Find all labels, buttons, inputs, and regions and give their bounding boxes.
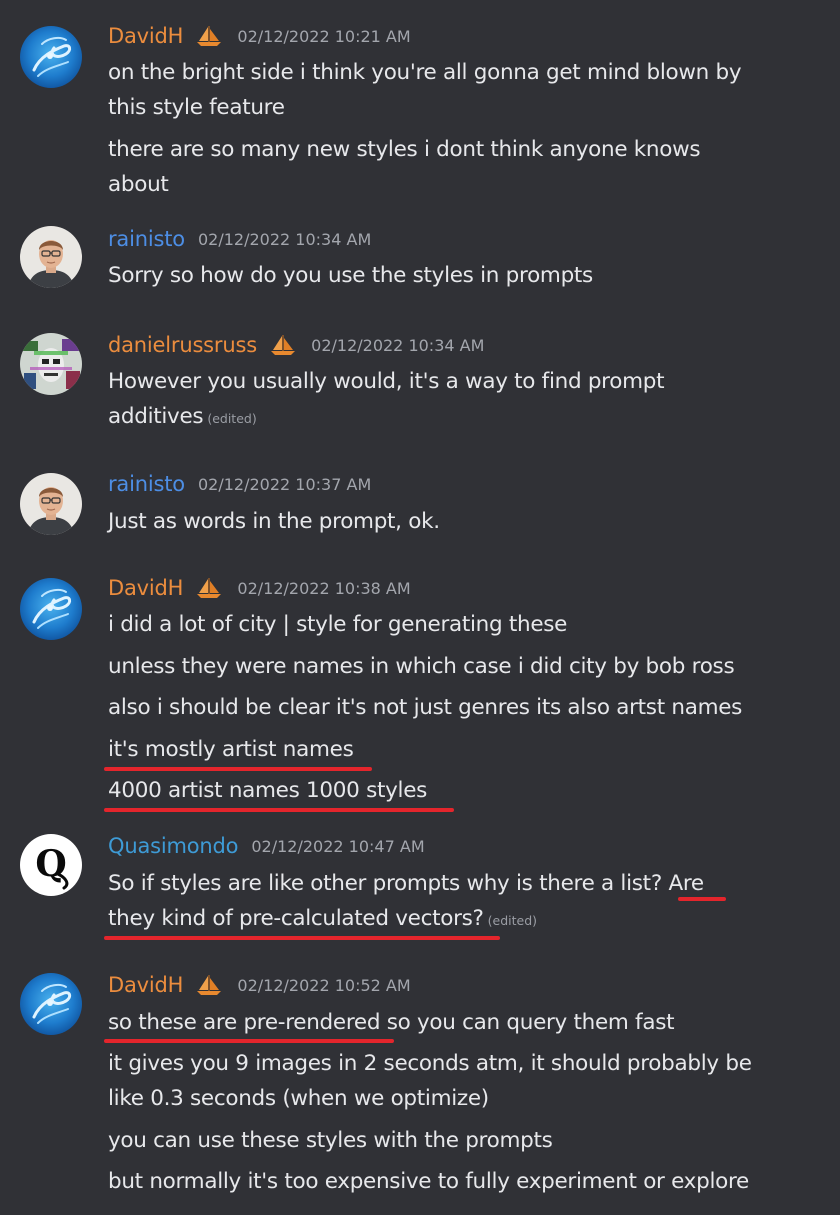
message-line: there are so many new styles i dont thin… <box>108 137 701 162</box>
message-header: Quasimondo 02/12/2022 10:47 AM <box>108 834 425 864</box>
person-photo-avatar-icon[interactable] <box>20 473 82 535</box>
underline-annotation <box>678 897 726 901</box>
message-text: they kind of pre-calculated vectors? <box>108 906 484 931</box>
timestamp: 02/12/2022 10:52 AM <box>237 975 411 995</box>
sailboat-icon <box>194 25 224 47</box>
author-name[interactable]: danielrussruss <box>108 333 257 357</box>
message-header: rainisto 02/12/2022 10:34 AM <box>108 227 371 257</box>
glitch-art-avatar-icon[interactable] <box>20 333 82 395</box>
author-name[interactable]: rainisto <box>108 472 185 496</box>
message-line: 4000 artist names 1000 styles <box>108 778 428 803</box>
message-line: like 0.3 seconds (when we optimize) <box>108 1086 489 1111</box>
message-line: also i should be clear it's not just gen… <box>108 695 743 720</box>
author-name[interactable]: Quasimondo <box>108 834 238 858</box>
author-name[interactable]: DavidH <box>108 973 183 997</box>
message-header: rainisto 02/12/2022 10:37 AM <box>108 472 371 502</box>
message-line: but normally it's too expensive to fully… <box>108 1169 749 1194</box>
message-line: Just as words in the prompt, ok. <box>108 509 440 534</box>
swirl-avatar-icon[interactable] <box>20 973 82 1035</box>
message-line: they kind of pre-calculated vectors? (edi… <box>108 901 537 938</box>
swirl-avatar-icon[interactable] <box>20 26 82 88</box>
message-line: it gives you 9 images in 2 seconds atm, … <box>108 1051 752 1076</box>
message-line: about <box>108 172 169 197</box>
person-photo-avatar-icon[interactable] <box>20 226 82 288</box>
timestamp: 02/12/2022 10:21 AM <box>237 26 411 46</box>
message-text: additives <box>108 404 204 429</box>
message-line: on the bright side i think you're all go… <box>108 60 742 85</box>
swirl-avatar-icon[interactable] <box>20 578 82 640</box>
author-name[interactable]: DavidH <box>108 24 183 48</box>
edited-tag: (edited) <box>207 411 257 426</box>
message-line: So if styles are like other prompts why … <box>108 871 704 896</box>
author-name[interactable]: DavidH <box>108 576 183 600</box>
q-logo-avatar-icon[interactable] <box>20 834 82 896</box>
timestamp: 02/12/2022 10:47 AM <box>251 836 425 856</box>
message-line: However you usually would, it's a way to… <box>108 369 665 394</box>
message-line: it's mostly artist names <box>108 737 354 762</box>
message-header: DavidH 02/12/2022 10:38 AM <box>108 576 411 606</box>
sailboat-icon <box>194 974 224 996</box>
message-header: danielrussruss 02/12/2022 10:34 AM <box>108 333 484 363</box>
message-line: additives (edited) <box>108 399 257 436</box>
message-line: so these are pre-rendered so you can que… <box>108 1010 675 1035</box>
message-line: i did a lot of city | style for generati… <box>108 612 568 637</box>
underline-annotation <box>104 808 454 812</box>
timestamp: 02/12/2022 10:38 AM <box>237 578 411 598</box>
underline-annotation <box>104 767 372 771</box>
underline-annotation <box>104 936 500 940</box>
sailboat-icon <box>194 577 224 599</box>
timestamp: 02/12/2022 10:37 AM <box>198 474 372 494</box>
sailboat-icon <box>268 334 298 356</box>
message-line: this style feature <box>108 95 285 120</box>
message-line: unless they were names in which case i d… <box>108 654 735 679</box>
message-header: DavidH 02/12/2022 10:52 AM <box>108 973 411 1003</box>
underline-annotation <box>104 1039 394 1043</box>
message-line: Sorry so how do you use the styles in pr… <box>108 263 593 288</box>
timestamp: 02/12/2022 10:34 AM <box>311 335 485 355</box>
message-header: DavidH 02/12/2022 10:21 AM <box>108 24 411 54</box>
author-name[interactable]: rainisto <box>108 227 185 251</box>
edited-tag: (edited) <box>487 913 538 928</box>
timestamp: 02/12/2022 10:34 AM <box>198 229 372 249</box>
message-line: you can use these styles with the prompt… <box>108 1128 553 1153</box>
